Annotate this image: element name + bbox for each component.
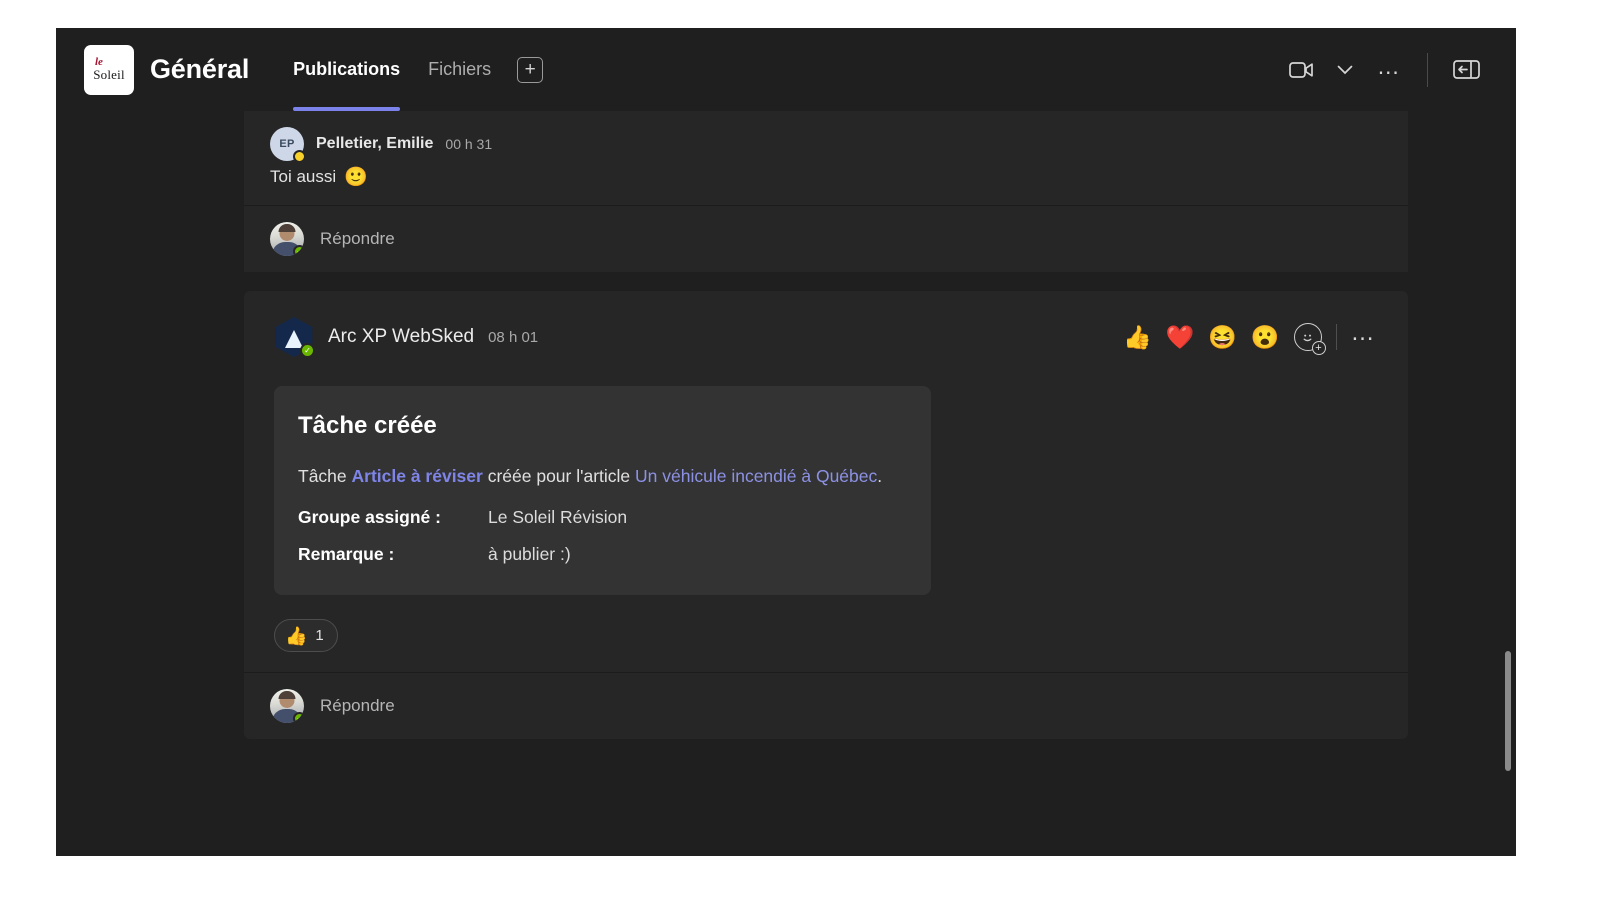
presence-badge-away xyxy=(293,150,306,163)
article-title-link[interactable]: Un véhicule incendié à Québec xyxy=(635,466,877,486)
avatar-hair xyxy=(278,224,296,232)
message-thread-1: EP Pelletier, Emilie 00 h 31 Toi aussi 🙂 xyxy=(244,111,1408,272)
card-field-label: Groupe assigné : xyxy=(298,507,441,528)
message-author[interactable]: Pelletier, Emilie xyxy=(316,135,433,153)
reaction-count: 1 xyxy=(315,627,324,645)
message-timestamp: 00 h 31 xyxy=(445,136,493,152)
scrollbar-thumb[interactable] xyxy=(1505,651,1511,771)
avatar: ✓ xyxy=(270,222,304,256)
header-more-options-button[interactable]: … xyxy=(1369,51,1409,89)
avatar-initials: EP xyxy=(279,138,295,150)
card-body-middle: créée pour l'article xyxy=(482,466,636,486)
reactions-divider xyxy=(1335,324,1337,350)
arc-xp-a-glyph xyxy=(285,329,303,348)
task-created-card: Tâche créée Tâche Article à réviser créé… xyxy=(274,386,931,596)
tab-publications[interactable]: Publications xyxy=(279,28,414,111)
card-field-value: à publier :) xyxy=(488,544,571,565)
laugh-icon[interactable]: 😆 xyxy=(1208,325,1237,349)
teams-app-frame: le Soleil Général Publications Fichiers … xyxy=(56,28,1516,856)
bot-post-header: ✓ Arc XP WebSked 08 h 01 👍 ❤️ 😆 😮 + … xyxy=(244,291,1408,358)
presence-badge-available: ✓ xyxy=(293,712,304,724)
message-item: EP Pelletier, Emilie 00 h 31 Toi aussi 🙂 xyxy=(244,111,1408,205)
header-actions: … xyxy=(1281,51,1516,89)
card-body-suffix: . xyxy=(877,466,883,486)
avatar[interactable]: EP xyxy=(270,127,306,163)
reply-bar-1[interactable]: ✓ Répondre xyxy=(244,206,1408,272)
plus-icon: + xyxy=(524,59,536,80)
tab-fichiers-label: Fichiers xyxy=(428,59,492,79)
reactions-toolbar: 👍 ❤️ 😆 😮 + … xyxy=(1123,320,1386,355)
surprised-icon[interactable]: 😮 xyxy=(1251,325,1280,349)
avatar[interactable]: ✓ xyxy=(274,317,315,358)
card-field-groupe: Groupe assigné : Le Soleil Révision xyxy=(298,507,903,528)
bot-post-more-options-button[interactable]: … xyxy=(1351,320,1377,344)
heart-icon[interactable]: ❤️ xyxy=(1166,325,1195,349)
task-name-link[interactable]: Article à réviser xyxy=(352,466,483,486)
tab-publications-label: Publications xyxy=(293,59,401,79)
message-body: Toi aussi 🙂 xyxy=(270,167,1386,187)
card-field-value: Le Soleil Révision xyxy=(488,507,628,528)
reply-label: Répondre xyxy=(320,229,395,248)
avatar: ✓ xyxy=(270,689,304,724)
chevron-down-icon[interactable] xyxy=(1325,51,1365,89)
message-list[interactable]: EP Pelletier, Emilie 00 h 31 Toi aussi 🙂 xyxy=(56,111,1516,856)
smiling-face-icon: 🙂 xyxy=(344,166,368,188)
bot-timestamp: 08 h 01 xyxy=(488,328,539,346)
message-thread-2: ✓ Arc XP WebSked 08 h 01 👍 ❤️ 😆 😮 + … Tâ… xyxy=(244,291,1408,740)
panel-toggle-icon[interactable] xyxy=(1446,51,1486,89)
message-text: Toi aussi xyxy=(270,167,337,186)
channel-header: le Soleil Général Publications Fichiers … xyxy=(56,28,1516,111)
team-logo-soleil: Soleil xyxy=(93,67,125,83)
channel-tabs: Publications Fichiers + xyxy=(279,28,544,111)
card-body-prefix: Tâche xyxy=(298,466,352,486)
plus-icon: + xyxy=(1311,341,1326,355)
bot-author[interactable]: Arc XP WebSked xyxy=(328,326,474,348)
avatar-hair xyxy=(278,691,296,700)
thumbs-up-icon[interactable]: 👍 xyxy=(1123,325,1152,349)
card-title: Tâche créée xyxy=(298,412,437,439)
presence-badge-available: ✓ xyxy=(300,343,315,358)
bot-post: ✓ Arc XP WebSked 08 h 01 👍 ❤️ 😆 😮 + … Tâ… xyxy=(244,291,1408,672)
header-divider xyxy=(1427,52,1428,87)
presence-badge-available: ✓ xyxy=(293,245,304,256)
add-tab-button[interactable]: + xyxy=(517,56,544,83)
card-field-label: Remarque : xyxy=(298,544,395,565)
thumbs-up-icon: 👍 xyxy=(285,625,308,646)
video-camera-icon[interactable] xyxy=(1281,51,1321,89)
page-title: Général xyxy=(150,54,250,84)
reply-label: Répondre xyxy=(320,696,395,716)
add-reaction-icon[interactable]: + xyxy=(1293,323,1326,355)
team-logo: le Soleil xyxy=(84,44,134,95)
reaction-count-badge[interactable]: 👍 1 xyxy=(274,619,338,653)
card-description: Tâche Article à réviser créée pour l'art… xyxy=(298,461,903,491)
message-header: EP Pelletier, Emilie 00 h 31 xyxy=(270,127,1386,163)
reply-bar-2[interactable]: ✓ Répondre xyxy=(244,673,1408,739)
tab-fichiers[interactable]: Fichiers xyxy=(414,28,505,111)
message-list-scrollbar[interactable] xyxy=(1504,111,1512,856)
card-field-remarque: Remarque : à publier :) xyxy=(298,544,903,565)
